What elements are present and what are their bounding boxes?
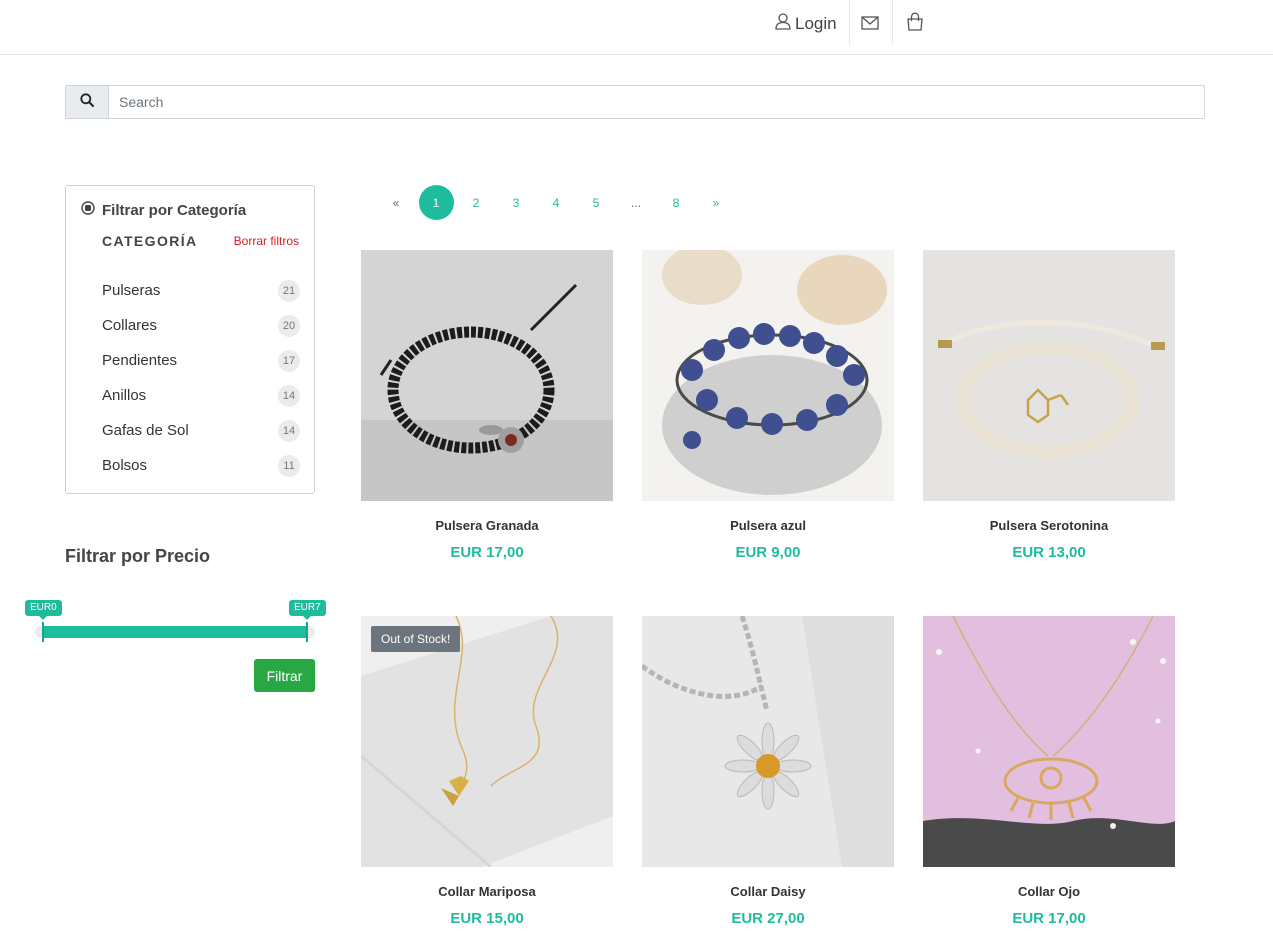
pagination-page-5[interactable]: 5 [576, 185, 616, 220]
product-price: EUR 15,00 [450, 910, 524, 927]
product-price: EUR 27,00 [731, 910, 805, 927]
category-heading: CATEGORÍA [102, 233, 198, 249]
category-label: Pendientes [102, 352, 178, 369]
pagination-prev[interactable]: « [376, 185, 416, 220]
pagination-next[interactable]: » [696, 185, 736, 220]
user-icon [774, 12, 792, 35]
category-label: Collares [102, 317, 158, 334]
product-image[interactable]: Out of Stock! [361, 616, 613, 867]
product-card: Pulsera Granada EUR 17,00 [361, 250, 613, 561]
clear-filters-link[interactable]: Borrar filtros [234, 234, 299, 248]
category-count: 17 [278, 349, 300, 372]
category-item-pulseras[interactable]: Pulseras 21 [102, 273, 300, 308]
search-icon [80, 92, 94, 112]
filter-price-button[interactable]: Filtrar [254, 659, 315, 692]
product-price: EUR 9,00 [735, 544, 801, 561]
price-slider-range [42, 626, 307, 638]
price-min-label: EUR0 [25, 600, 62, 620]
category-item-collares[interactable]: Collares 20 [102, 308, 300, 343]
pagination-page-3[interactable]: 3 [496, 185, 536, 220]
search-button[interactable] [66, 86, 109, 118]
login-label: Login [795, 13, 837, 33]
price-slider-max-handle[interactable] [306, 622, 308, 642]
price-slider-min-handle[interactable] [42, 622, 44, 642]
product-card: Pulsera azul EUR 9,00 [642, 250, 894, 561]
product-image[interactable] [361, 250, 613, 501]
search-input[interactable] [109, 86, 1204, 118]
category-count: 21 [278, 279, 300, 302]
product-price: EUR 17,00 [450, 544, 524, 561]
product-card: Collar Daisy EUR 27,00 [642, 616, 894, 927]
category-label: Bolsos [102, 457, 148, 474]
category-count: 14 [278, 384, 300, 407]
product-card: Out of Stock! Collar Mariposa EUR 15,00 [361, 616, 613, 927]
shopping-bag-icon[interactable] [906, 12, 924, 37]
pagination-ellipsis: ... [630, 195, 641, 210]
category-list: Pulseras 21 Collares 20 Pendientes 17 Anill… [102, 273, 300, 483]
category-item-gafas-de-sol[interactable]: Gafas de Sol 14 [102, 413, 300, 448]
pagination-page-last[interactable]: 8 [656, 185, 696, 220]
product-image[interactable] [923, 250, 1175, 501]
category-label: Gafas de Sol [102, 422, 189, 439]
pagination: « 1 2 3 4 5 ... 8 » [376, 185, 736, 220]
product-name[interactable]: Collar Mariposa [361, 884, 613, 899]
product-card: Collar Ojo EUR 17,00 [923, 616, 1175, 927]
search-bar [65, 85, 1205, 119]
category-label: Anillos [102, 387, 147, 404]
pagination-page-2[interactable]: 2 [456, 185, 496, 220]
category-item-pendientes[interactable]: Pendientes 17 [102, 343, 300, 378]
price-slider[interactable] [35, 622, 315, 642]
product-card: Pulsera Serotonina EUR 13,00 [923, 250, 1175, 561]
category-filter-toggle[interactable]: Filtrar por Categoría [81, 201, 246, 219]
divider [849, 0, 850, 45]
category-filter-title: Filtrar por Categoría [102, 201, 247, 219]
product-name[interactable]: Pulsera azul [642, 518, 894, 533]
product-image[interactable] [642, 616, 894, 867]
category-count: 14 [278, 419, 300, 442]
category-count: 20 [278, 314, 300, 337]
price-max-label: EUR7 [289, 600, 326, 620]
price-filter-title: Filtrar por Precio [65, 546, 211, 566]
product-image[interactable] [923, 616, 1175, 867]
product-name[interactable]: Pulsera Granada [361, 518, 613, 533]
top-navbar: Login [0, 0, 1273, 55]
product-name[interactable]: Collar Daisy [642, 884, 894, 899]
category-item-bolsos[interactable]: Bolsos 11 [102, 448, 300, 483]
pagination-page-4[interactable]: 4 [536, 185, 576, 220]
product-image[interactable] [642, 250, 894, 501]
product-name[interactable]: Collar Ojo [923, 884, 1175, 899]
circle-minus-icon [81, 201, 95, 219]
category-item-anillos[interactable]: Anillos 14 [102, 378, 300, 413]
product-name[interactable]: Pulsera Serotonina [923, 518, 1175, 533]
pagination-page-1[interactable]: 1 [418, 185, 454, 220]
category-count: 11 [278, 454, 300, 477]
divider [892, 0, 893, 45]
product-price: EUR 13,00 [1012, 544, 1086, 561]
category-filter-panel: Filtrar por Categoría CATEGORÍA Borrar f… [65, 185, 315, 494]
login-link[interactable]: Login [774, 12, 837, 35]
product-price: EUR 17,00 [1012, 910, 1086, 927]
category-label: Pulseras [102, 282, 161, 299]
mail-icon[interactable] [861, 16, 879, 35]
out-of-stock-badge: Out of Stock! [371, 626, 461, 652]
